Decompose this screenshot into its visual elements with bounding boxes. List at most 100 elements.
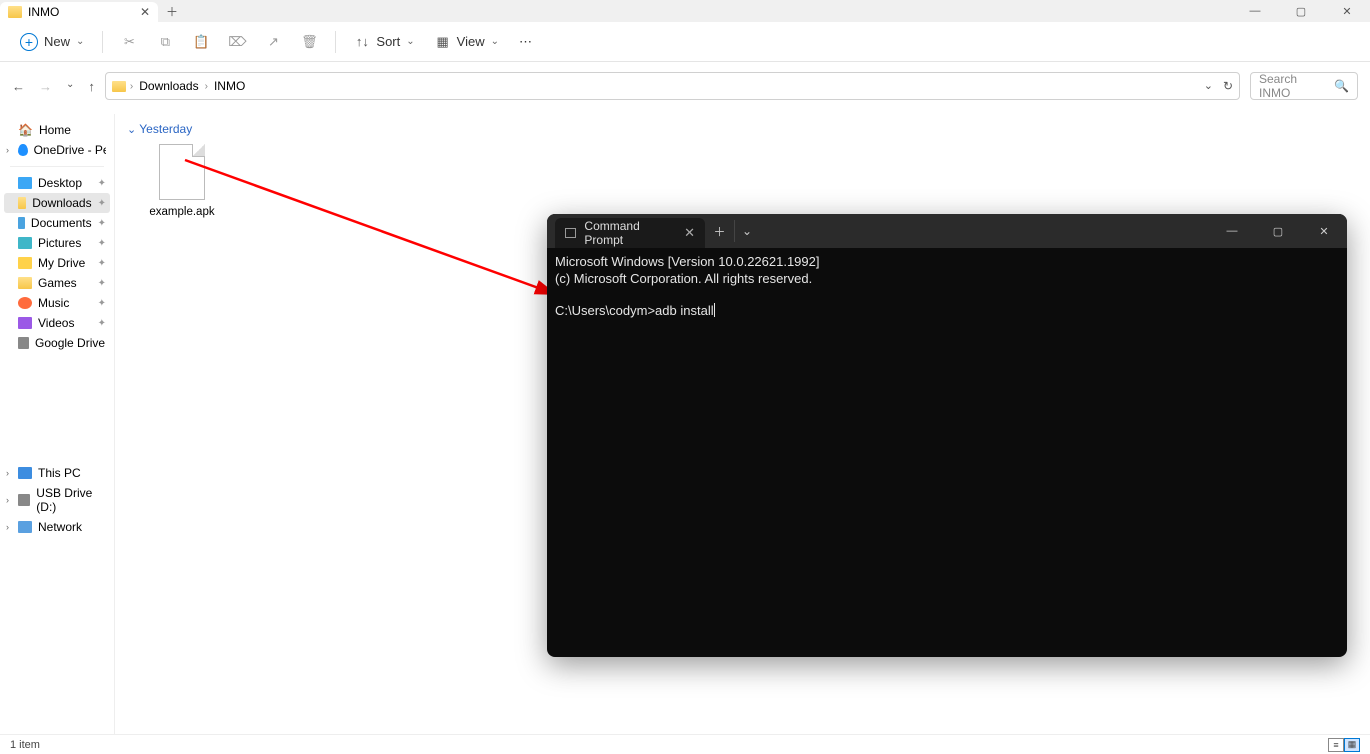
usb-icon — [18, 494, 30, 506]
terminal-icon — [565, 228, 576, 238]
terminal-line: Microsoft Windows [Version 10.0.22621.19… — [555, 254, 819, 269]
pin-icon[interactable]: ✦ — [98, 258, 106, 269]
sidebar-label: My Drive — [38, 256, 85, 270]
new-tab-button[interactable]: ＋ — [158, 0, 186, 22]
explorer-tab[interactable]: INMO ✕ — [0, 2, 158, 22]
sidebar-item-network[interactable]: › Network — [4, 517, 110, 537]
ellipsis-icon: ⋯ — [519, 34, 532, 50]
back-button[interactable]: ← — [12, 79, 25, 94]
view-toggles: ≡ ▦ — [1328, 738, 1360, 752]
sidebar-label: OneDrive - Persona — [34, 143, 106, 157]
file-name: example.apk — [149, 206, 214, 218]
address-bar[interactable]: › Downloads › INMO ⌄ ↻ — [105, 72, 1240, 100]
terminal-body[interactable]: Microsoft Windows [Version 10.0.22621.19… — [547, 248, 1347, 657]
sidebar-label: Google Drive (G: — [35, 336, 106, 350]
close-tab-icon[interactable]: ✕ — [140, 5, 150, 19]
sidebar-item-thispc[interactable]: ›This PC — [4, 463, 110, 483]
sidebar-item-music[interactable]: Music✦ — [4, 293, 110, 313]
music-icon — [18, 297, 32, 309]
cmd-minimize-button[interactable]: — — [1209, 214, 1255, 248]
sidebar-item-usb[interactable]: › USB Drive (D:) — [4, 483, 110, 517]
cmd-tab[interactable]: Command Prompt ✕ — [555, 218, 705, 248]
cmd-window-controls: — ▢ ✕ — [1209, 214, 1347, 248]
document-icon — [18, 217, 25, 229]
pin-icon[interactable]: ✦ — [98, 318, 106, 329]
command-prompt-window[interactable]: Command Prompt ✕ ＋ ⌄ — ▢ ✕ Microsoft Win… — [547, 214, 1347, 657]
pin-icon[interactable]: ✦ — [98, 178, 106, 189]
file-item[interactable]: example.apk — [137, 144, 227, 218]
navbar: ← → ⌄ ↑ › Downloads › INMO ⌄ ↻ Search IN… — [0, 62, 1370, 114]
pin-icon[interactable]: ✦ — [98, 238, 106, 249]
sidebar-item-documents[interactable]: Documents✦ — [4, 213, 110, 233]
group-label: Yesterday — [139, 122, 192, 136]
maximize-button[interactable]: ▢ — [1278, 0, 1324, 22]
group-header[interactable]: Yesterday — [127, 122, 1358, 136]
pin-icon[interactable]: ✦ — [98, 218, 106, 229]
sidebar-item-downloads[interactable]: Downloads✦ — [4, 193, 110, 213]
status-bar: 1 item ≡ ▦ — [0, 734, 1370, 754]
share-icon: ↗ — [265, 34, 281, 50]
terminal-cursor — [714, 303, 715, 317]
chevron-right-icon[interactable]: › — [6, 522, 9, 532]
cmd-dropdown-button[interactable]: ⌄ — [735, 214, 759, 248]
sidebar-item-mydrive[interactable]: My Drive ✦ — [4, 253, 110, 273]
search-input[interactable]: Search INMO 🔍 — [1250, 72, 1358, 100]
sidebar-home[interactable]: 🏠 Home — [4, 120, 110, 140]
pin-icon[interactable]: ✦ — [98, 298, 106, 309]
view-label: View — [457, 34, 485, 49]
chevron-right-icon[interactable]: › — [6, 468, 9, 478]
new-label: New — [44, 34, 70, 49]
terminal-line: (c) Microsoft Corporation. All rights re… — [555, 271, 812, 286]
folder-icon — [112, 81, 126, 92]
cmd-maximize-button[interactable]: ▢ — [1255, 214, 1301, 248]
sort-label: Sort — [376, 34, 400, 49]
sidebar-item-pictures[interactable]: Pictures✦ — [4, 233, 110, 253]
delete-button[interactable]: 🗑 — [293, 30, 325, 54]
separator — [10, 166, 104, 167]
refresh-button[interactable]: ↻ — [1223, 79, 1233, 93]
sidebar-label: Network — [38, 520, 82, 534]
close-window-button[interactable]: ✕ — [1324, 0, 1370, 22]
sort-icon: ↑↓ — [354, 34, 370, 50]
sidebar-label: Videos — [38, 316, 74, 330]
breadcrumb-item[interactable]: Downloads — [137, 79, 200, 93]
pin-icon[interactable]: ✦ — [98, 198, 106, 209]
sidebar-item-videos[interactable]: Videos ✦ — [4, 313, 110, 333]
new-button[interactable]: + New ⌄ — [12, 29, 92, 55]
more-button[interactable]: ⋯ — [511, 30, 540, 54]
file-icon — [159, 144, 205, 200]
view-button[interactable]: ▦ View ⌄ — [427, 30, 507, 54]
sidebar-item-gdrive[interactable]: Google Drive (G: — [4, 333, 110, 353]
share-button[interactable]: ↗ — [257, 30, 289, 54]
sidebar-onedrive[interactable]: › OneDrive - Persona — [4, 140, 110, 160]
close-tab-icon[interactable]: ✕ — [684, 225, 695, 241]
sidebar-label: USB Drive (D:) — [36, 486, 106, 514]
paste-button[interactable]: 📋 — [185, 30, 217, 54]
nav-arrows: ← → ⌄ ↑ — [12, 79, 95, 94]
chevron-right-icon[interactable]: › — [6, 145, 9, 155]
network-icon — [18, 521, 32, 533]
sidebar: 🏠 Home › OneDrive - Persona Desktop✦ Dow… — [0, 114, 115, 734]
minimize-button[interactable]: — — [1232, 0, 1278, 22]
pictures-icon — [18, 237, 32, 249]
details-view-button[interactable]: ≡ — [1328, 738, 1344, 752]
forward-button[interactable]: → — [39, 79, 52, 94]
breadcrumb-item[interactable]: INMO — [212, 79, 247, 93]
copy-button[interactable]: ⧉ — [149, 30, 181, 54]
sidebar-item-desktop[interactable]: Desktop✦ — [4, 173, 110, 193]
cmd-new-tab-button[interactable]: ＋ — [705, 220, 735, 242]
chevron-down-icon: ⌄ — [406, 36, 414, 47]
sort-button[interactable]: ↑↓ Sort ⌄ — [346, 30, 422, 54]
chevron-down-icon[interactable]: ⌄ — [1204, 79, 1213, 93]
gdrive-icon — [18, 337, 29, 349]
cut-button[interactable]: ✂ — [113, 30, 145, 54]
sidebar-item-games[interactable]: Games✦ — [4, 273, 110, 293]
rename-button[interactable]: ⌦ — [221, 30, 253, 54]
icons-view-button[interactable]: ▦ — [1344, 738, 1360, 752]
recent-button[interactable]: ⌄ — [66, 79, 74, 94]
cmd-close-button[interactable]: ✕ — [1301, 214, 1347, 248]
scissors-icon: ✂ — [121, 34, 137, 50]
chevron-right-icon[interactable]: › — [6, 495, 9, 505]
up-button[interactable]: ↑ — [88, 79, 95, 94]
pin-icon[interactable]: ✦ — [98, 278, 106, 289]
